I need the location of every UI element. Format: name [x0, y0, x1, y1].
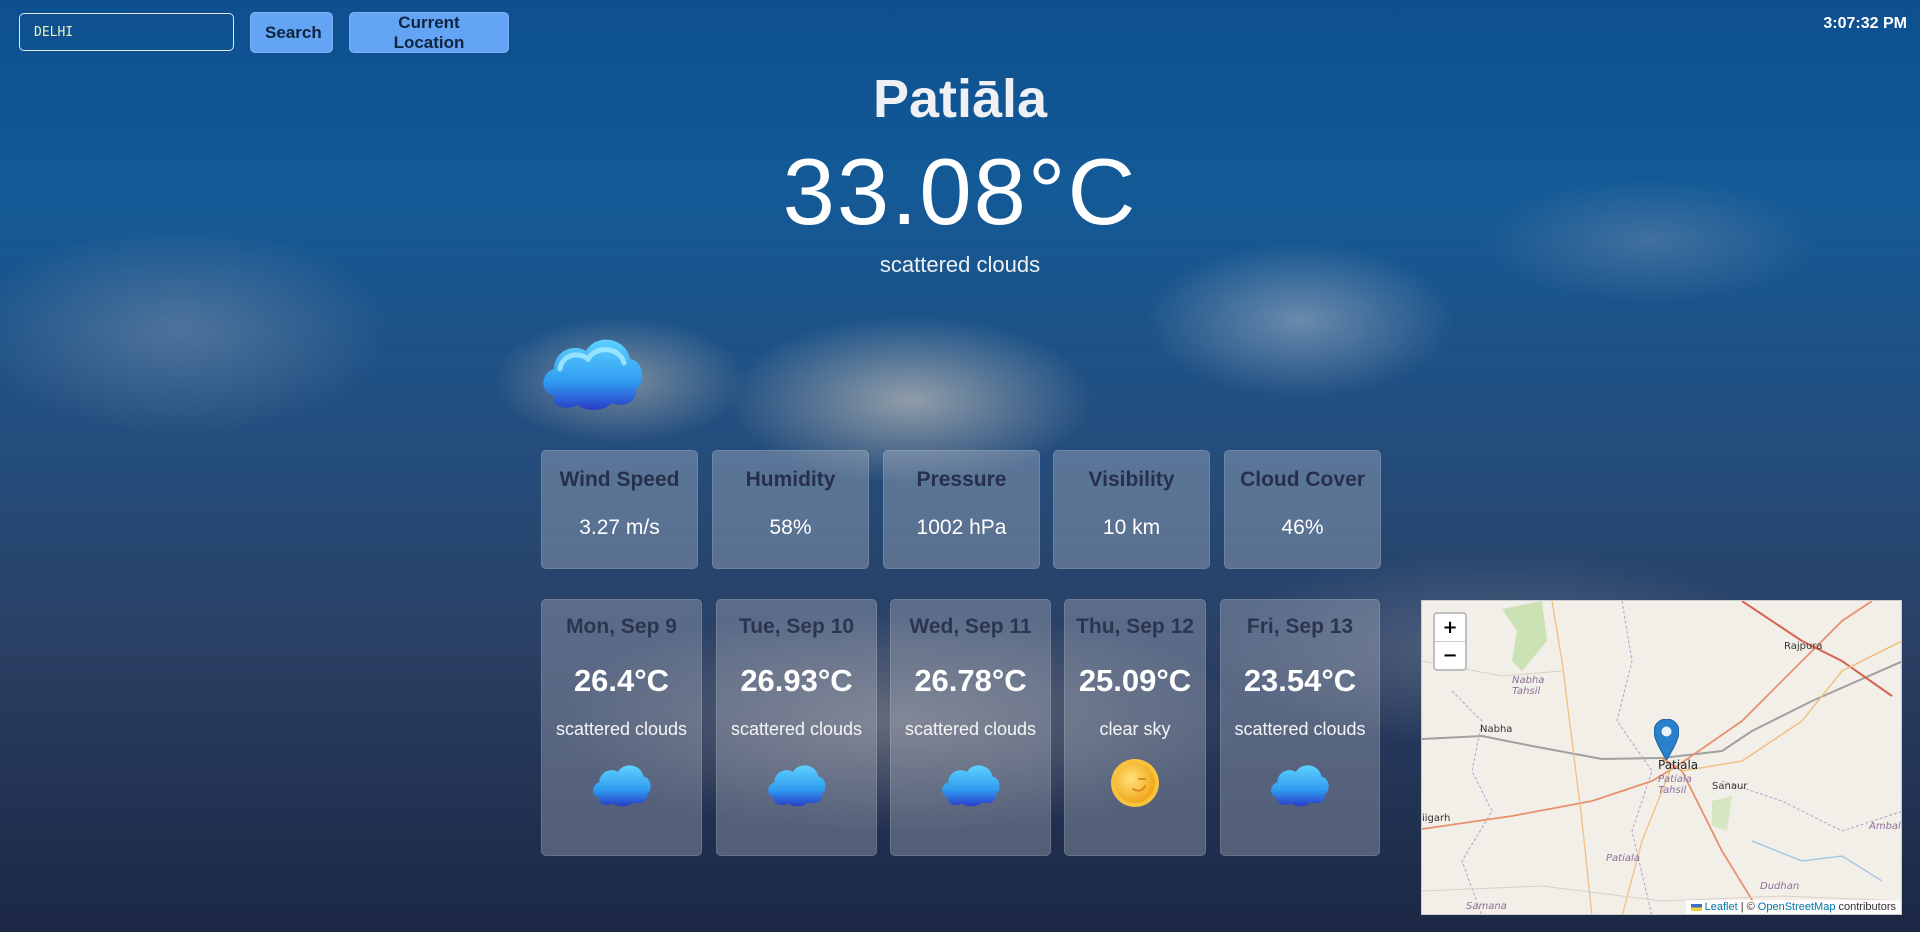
- map-label-iigarh: iigarh: [1422, 813, 1451, 824]
- map-label-samana: Samana: [1466, 901, 1507, 912]
- map-label-sanaur: Sanaur: [1712, 781, 1748, 792]
- forecast-day: Tue, Sep 10: [738, 615, 855, 638]
- cloud-icon: [543, 339, 643, 410]
- forecast-temp: 26.4°C: [573, 663, 670, 698]
- map-marker-icon[interactable]: [1654, 719, 1679, 760]
- forecast-card: Mon, Sep 9 26.4°C scattered clouds: [541, 599, 702, 856]
- stat-card-wind-speed: Wind Speed 3.27 m/s: [541, 450, 698, 569]
- map-label-ambala: Ambala: [1869, 821, 1901, 832]
- location-map[interactable]: Patiala Patiala Tahsil Sanaur Nabha Nabh…: [1421, 600, 1902, 915]
- clock: 3:07:32 PM: [1823, 15, 1907, 32]
- stat-value: 1002 hPa: [916, 516, 1007, 539]
- openstreetmap-link[interactable]: OpenStreetMap: [1758, 901, 1836, 913]
- current-condition: scattered clouds: [879, 252, 1041, 277]
- sun-icon: [1111, 759, 1159, 807]
- map-attribution: Leaflet | © OpenStreetMap contributors: [1685, 900, 1901, 914]
- forecast-temp: 25.09°C: [1078, 663, 1192, 698]
- stat-label: Pressure: [916, 468, 1007, 491]
- stat-card-visibility: Visibility 10 km: [1053, 450, 1210, 569]
- forecast-day: Wed, Sep 11: [909, 615, 1032, 638]
- forecast-desc: scattered clouds: [904, 719, 1037, 739]
- cloud-icon: [1271, 765, 1329, 807]
- forecast-day: Mon, Sep 9: [566, 615, 677, 638]
- stat-value: 58%: [769, 516, 812, 539]
- stat-value: 3.27 m/s: [579, 516, 660, 539]
- forecast-temp: 26.78°C: [914, 663, 1027, 698]
- stat-label: Humidity: [745, 468, 836, 491]
- attribution-separator: | ©: [1740, 901, 1755, 913]
- forecast-card: Thu, Sep 12 25.09°C clear sky: [1064, 599, 1206, 856]
- current-location-button[interactable]: Current Location: [349, 12, 509, 53]
- leaflet-link[interactable]: Leaflet: [1705, 901, 1738, 913]
- map-label-nabha-tahsil: Nabha Tahsil: [1512, 675, 1545, 697]
- forecast-card: Wed, Sep 11 26.78°C scattered clouds: [890, 599, 1051, 856]
- forecast-day: Thu, Sep 12: [1076, 615, 1194, 638]
- cloud-icon: [592, 765, 651, 807]
- zoom-control: + −: [1433, 612, 1467, 671]
- zoom-out-button[interactable]: −: [1435, 641, 1465, 669]
- stat-card-cloud-cover: Cloud Cover 46%: [1224, 450, 1381, 569]
- map-label-patiala: Patiala: [1658, 758, 1699, 772]
- map-label-patiala-tahsil: Patiala Tahsil: [1658, 774, 1692, 796]
- map-label-patiala-district: Patiala: [1606, 853, 1640, 864]
- flag-icon: [1690, 903, 1702, 911]
- stat-label: Visibility: [1088, 468, 1175, 491]
- map-label-dudhan: Dudhan: [1760, 881, 1800, 892]
- forecast-card: Tue, Sep 10 26.93°C scattered clouds: [716, 599, 877, 856]
- forecast-card: Fri, Sep 13 23.54°C scattered clouds: [1220, 599, 1380, 856]
- city-name: Patiāla: [872, 69, 1048, 129]
- stat-value: 10 km: [1102, 516, 1161, 539]
- stat-card-pressure: Pressure 1002 hPa: [883, 450, 1040, 569]
- forecast-desc: scattered clouds: [555, 719, 688, 739]
- map-label-nabha: Nabha: [1480, 724, 1513, 735]
- search-input[interactable]: [19, 13, 234, 51]
- forecast-desc: clear sky: [1099, 719, 1171, 739]
- cloud-icon: [941, 765, 1000, 807]
- forecast-day: Fri, Sep 13: [1246, 615, 1354, 638]
- zoom-in-button[interactable]: +: [1435, 614, 1465, 641]
- cloud-icon: [767, 765, 826, 807]
- stat-value: 46%: [1281, 516, 1324, 539]
- attribution-tail: contributors: [1838, 901, 1896, 913]
- forecast-desc: scattered clouds: [730, 719, 863, 739]
- map-label-rajpura: Rajpura: [1784, 641, 1823, 652]
- search-button[interactable]: Search: [250, 12, 333, 53]
- stat-label: Wind Speed: [559, 468, 680, 491]
- forecast-temp: 23.54°C: [1243, 663, 1357, 698]
- forecast-temp: 26.93°C: [740, 663, 853, 698]
- forecast-desc: scattered clouds: [1234, 719, 1366, 739]
- stat-label: Cloud Cover: [1240, 468, 1365, 491]
- stat-card-humidity: Humidity 58%: [712, 450, 869, 569]
- current-temperature: 33.08°C: [782, 139, 1138, 244]
